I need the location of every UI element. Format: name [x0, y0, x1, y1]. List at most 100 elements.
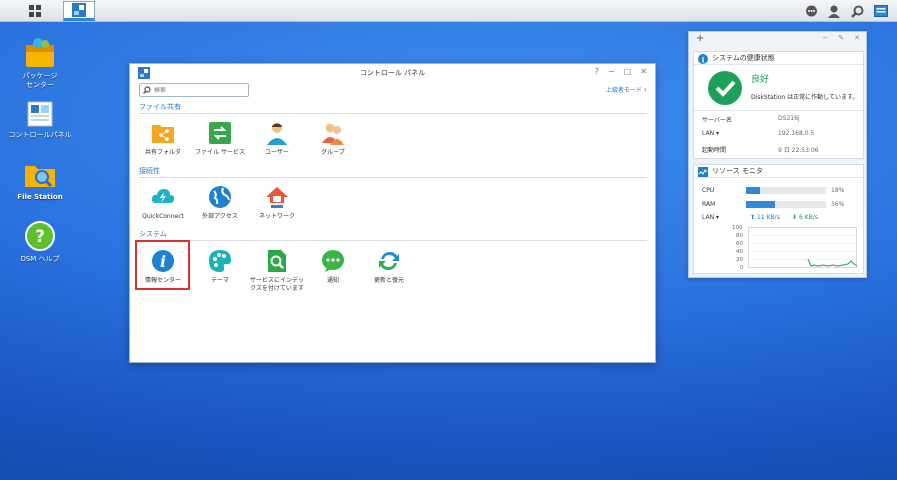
info-icon: i	[698, 53, 708, 64]
app-quickconnect[interactable]: QuickConnect	[133, 185, 193, 221]
app-group[interactable]: グループ	[303, 121, 363, 157]
ram-bar-fill	[746, 201, 775, 208]
search-button[interactable]	[849, 1, 865, 21]
app-indexing-service[interactable]: サービスにインデッ クスを付けています	[247, 249, 307, 293]
notification-bubble-icon	[322, 250, 344, 272]
download-arrow-icon: ⬇	[792, 214, 798, 221]
lan-selector[interactable]: LAN ▾	[702, 214, 719, 221]
ram-bar	[746, 201, 826, 208]
resource-monitor-icon	[698, 166, 708, 177]
maximize-button[interactable]: ▢	[624, 67, 632, 76]
health-message: DiskStation は正常に作動しています。	[751, 94, 859, 101]
download-rate-value: 6 KB/s	[798, 214, 818, 221]
close-widget-button[interactable]: ✕	[854, 34, 860, 42]
chat-button[interactable]	[803, 1, 819, 21]
desktop-icon-label: コントロールパネル	[8, 131, 72, 139]
upload-rate: ⬆ 11 KB/s	[750, 214, 780, 221]
svg-text:?: ?	[35, 227, 45, 247]
network-graph-plot	[748, 227, 858, 268]
cpu-bar	[746, 187, 826, 194]
palette-icon	[209, 250, 231, 272]
desktop-icon-file-station[interactable]: File Station	[0, 158, 80, 202]
app-label: ネットワーク	[258, 213, 295, 220]
app-label: 共有フォルダ	[144, 149, 181, 156]
y-tick: 100	[732, 225, 743, 231]
svg-text:i: i	[702, 55, 705, 64]
server-name-key: サーバー名	[702, 117, 732, 124]
quickconnect-icon	[151, 189, 175, 203]
selection-highlight	[135, 240, 190, 290]
app-external-access[interactable]: 外部アクセス	[190, 185, 250, 221]
main-menu-button[interactable]	[22, 1, 48, 21]
app-label: QuickConnect	[142, 213, 184, 220]
pin-icon[interactable]: ✎	[838, 34, 844, 42]
widgets-button[interactable]	[872, 1, 890, 21]
control-panel-icon	[27, 101, 53, 127]
desktop-icon-package-center[interactable]: パッケージ センター	[0, 37, 80, 90]
app-theme[interactable]: テーマ	[190, 249, 250, 285]
desktop-icon-label: パッケージ センター	[22, 72, 58, 89]
user-button[interactable]	[826, 1, 842, 21]
update-refresh-icon	[379, 252, 399, 270]
y-tick: 40	[736, 249, 743, 255]
app-label: 外部アクセス	[202, 213, 238, 220]
section-system: システム	[139, 229, 647, 241]
download-rate: ⬇ 6 KB/s	[792, 214, 818, 221]
app-label: 更新と復元	[373, 277, 404, 284]
health-status: 良好	[751, 75, 770, 85]
advanced-mode-link[interactable]: 上級者モード ›	[606, 85, 647, 94]
section-file-sharing: ファイル共有	[139, 102, 647, 114]
app-shared-folder[interactable]: 共有フォルダ	[133, 121, 193, 157]
app-file-services[interactable]: ファイル サービス	[190, 121, 250, 157]
desktop-icon-label: File Station	[17, 193, 63, 201]
upload-rate-value: 11 KB/s	[756, 214, 780, 221]
search-icon	[143, 86, 151, 94]
check-circle-icon	[708, 71, 742, 105]
window-title: コントロール パネル	[359, 69, 426, 77]
search-box[interactable]	[139, 83, 249, 97]
desktop-icon-control-panel[interactable]: コントロールパネル	[0, 100, 80, 140]
indexing-search-icon	[268, 250, 286, 272]
minimize-button[interactable]: −	[608, 67, 615, 76]
app-label: テーマ	[210, 277, 229, 284]
app-network[interactable]: ネットワーク	[247, 185, 307, 221]
widgets-icon	[874, 5, 888, 17]
minimize-widget-button[interactable]: −	[822, 34, 828, 42]
control-panel-app-icon	[72, 3, 86, 17]
y-tick: 20	[736, 257, 743, 263]
taskbar-control-panel-button[interactable]	[63, 1, 95, 21]
y-tick: 80	[736, 233, 743, 239]
resource-title-label: リソース モニタ	[712, 167, 763, 175]
widget-panel: + − ✎ ✕ i システムの健康状態 良好 DiskStation は正常に作…	[688, 31, 867, 278]
help-button[interactable]: ?	[595, 67, 599, 76]
search-input[interactable]	[154, 86, 244, 94]
close-button[interactable]: ✕	[640, 67, 647, 76]
resource-title: リソース モニタ	[694, 165, 863, 178]
cpu-label: CPU	[702, 187, 715, 194]
cpu-value: 18%	[831, 187, 845, 194]
taskbar	[0, 0, 897, 22]
add-widget-button[interactable]: +	[696, 33, 704, 44]
globe-icon	[209, 186, 231, 208]
health-title-label: システムの健康状態	[712, 54, 775, 62]
desktop-icon-dsm-help[interactable]: ? DSM ヘルプ	[0, 220, 80, 264]
uptime-value: 9 日 22:53:06	[778, 147, 819, 154]
app-notification[interactable]: 通知	[303, 249, 363, 285]
user-icon	[828, 5, 840, 18]
app-label: サービスにインデッ クスを付けています	[249, 277, 304, 292]
network-home-icon	[266, 187, 288, 208]
chevron-right-icon: ›	[643, 85, 647, 94]
app-label: ユーザー	[265, 149, 289, 156]
desktop-icon-label: DSM ヘルプ	[20, 255, 60, 263]
chat-icon	[805, 5, 817, 16]
app-user[interactable]: ユーザー	[247, 121, 307, 157]
app-update-restore[interactable]: 更新と復元	[359, 249, 419, 285]
group-icon	[322, 123, 344, 145]
package-center-icon	[26, 38, 54, 67]
dsm-help-icon: ?	[25, 221, 55, 251]
app-label: ファイル サービス	[195, 149, 245, 156]
shared-folder-icon	[152, 125, 174, 143]
lan-key[interactable]: LAN ▾	[702, 130, 719, 137]
ram-value: 36%	[831, 201, 845, 208]
file-station-icon	[25, 166, 55, 188]
